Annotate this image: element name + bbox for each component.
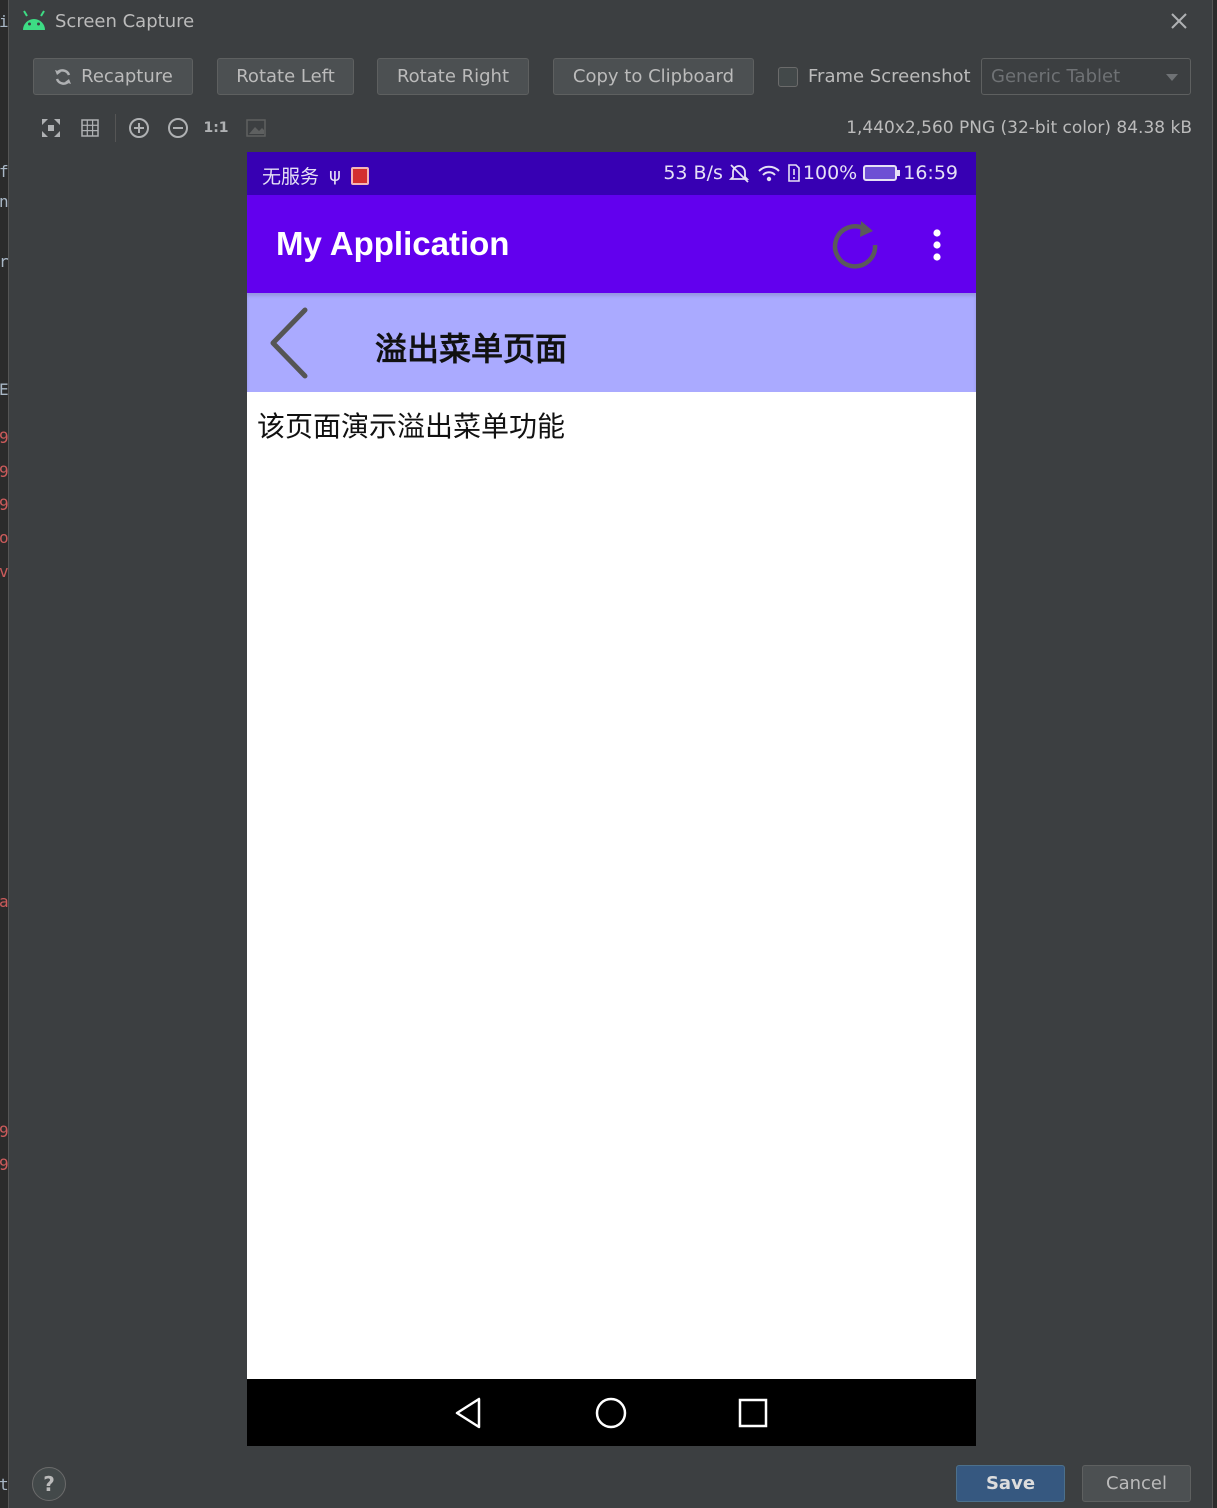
device-frame-value: Generic Tablet <box>991 66 1121 87</box>
clock-text: 16:59 <box>903 162 958 184</box>
more-vert-icon[interactable] <box>923 225 951 265</box>
save-button[interactable]: Save <box>956 1465 1065 1502</box>
copy-to-clipboard-button[interactable]: Copy to Clipboard <box>553 58 754 95</box>
ide-fragment: i <box>0 12 8 31</box>
fit-screen-icon <box>42 119 60 137</box>
refresh-icon[interactable] <box>827 219 883 275</box>
grid-toggle-button[interactable] <box>78 116 102 140</box>
ide-fragment: o <box>0 528 8 547</box>
zoom-in-icon <box>129 118 149 138</box>
screen-capture-dialog: Screen Capture Recapture Rotate Left Rot… <box>9 0 1212 1508</box>
nav-recents-icon[interactable] <box>735 1395 771 1431</box>
ide-background-strip: i f n r E 9 9 9 o v a 9 9 t <box>0 0 9 1508</box>
ide-fragment: v <box>0 562 8 581</box>
status-bar: 无服务 ψ 53 B/s 100% 16:59 <box>247 152 976 195</box>
zoom-in-button[interactable] <box>127 116 151 140</box>
content-text: 该页面演示溢出菜单功能 <box>257 410 566 443</box>
sim-alert-icon <box>788 164 800 182</box>
android-icon <box>23 10 45 30</box>
ide-fragment: 9 <box>0 495 8 514</box>
battery-icon <box>863 165 901 181</box>
app-title: My Application <box>276 225 510 262</box>
zoom-out-button[interactable] <box>166 116 190 140</box>
ide-fragment: n <box>0 192 8 211</box>
frame-screenshot-label: Frame Screenshot <box>808 66 971 87</box>
nav-back-icon[interactable] <box>451 1395 487 1431</box>
battery-percent-text: 100% <box>802 162 858 184</box>
app-notification-icon <box>350 166 369 185</box>
help-button[interactable]: ? <box>32 1467 66 1501</box>
nav-home-icon[interactable] <box>593 1395 629 1431</box>
dialog-title: Screen Capture <box>55 11 195 32</box>
navigation-bar <box>247 1379 976 1446</box>
ide-fragment: 9 <box>0 462 8 481</box>
recapture-button[interactable]: Recapture <box>33 58 193 95</box>
rotate-left-button[interactable]: Rotate Left <box>217 58 354 95</box>
rotate-right-button[interactable]: Rotate Right <box>377 58 529 95</box>
screenshot-preview: 无服务 ψ 53 B/s 100% 16:59 My Application 溢… <box>247 152 976 1446</box>
frame-screenshot-checkbox[interactable] <box>778 67 798 87</box>
zoom-out-icon <box>168 118 188 138</box>
image-background-button[interactable] <box>244 116 268 140</box>
ide-fragment: 9 <box>0 428 8 447</box>
mute-icon <box>728 164 750 183</box>
zoom-to-fit-button[interactable] <box>39 116 63 140</box>
ide-fragment: t <box>0 1475 8 1494</box>
ide-background-right <box>1212 0 1217 1508</box>
refresh-icon <box>55 68 72 85</box>
image-icon <box>246 119 266 137</box>
ide-fragment: 9 <box>0 1155 8 1174</box>
cancel-button[interactable]: Cancel <box>1082 1465 1191 1502</box>
carrier-text: 无服务 <box>262 166 320 188</box>
image-info: 1,440x2,560 PNG (32-bit color) 84.38 kB <box>846 118 1192 138</box>
net-speed-text: 53 B/s <box>663 162 723 184</box>
wifi-icon <box>758 165 780 182</box>
title-bar: Screen Capture <box>9 0 1212 44</box>
ide-fragment: a <box>0 892 8 911</box>
grid-icon <box>81 119 99 137</box>
device-frame-select[interactable]: Generic Tablet <box>981 58 1191 95</box>
ide-fragment: E <box>0 380 8 399</box>
usb-icon: ψ <box>329 165 341 186</box>
actual-size-button[interactable]: 1:1 <box>203 116 228 140</box>
close-icon[interactable] <box>1168 10 1190 32</box>
back-arrow-icon[interactable] <box>265 305 315 381</box>
recapture-label: Recapture <box>81 66 173 87</box>
toolbar-separator <box>115 114 116 142</box>
page-header-bar: 溢出菜单页面 <box>247 293 976 392</box>
page-title: 溢出菜单页面 <box>375 330 568 368</box>
ide-fragment: r <box>0 252 8 271</box>
app-bar: My Application <box>247 195 976 293</box>
ide-fragment: 9 <box>0 1122 8 1141</box>
ide-fragment: f <box>0 162 8 181</box>
chevron-down-icon <box>1166 74 1178 81</box>
